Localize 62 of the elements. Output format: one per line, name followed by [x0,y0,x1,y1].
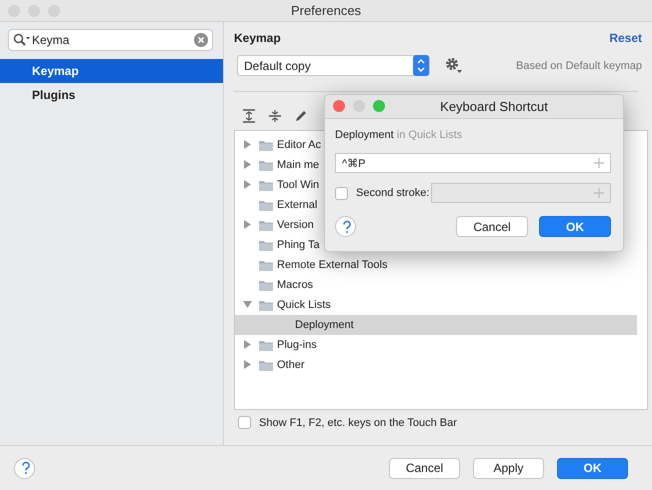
search-field[interactable]: Keyma [8,28,213,51]
checkbox[interactable] [335,186,348,200]
folder-icon [259,198,273,211]
tree-item[interactable]: Remote External Tools [277,258,388,271]
tree-item[interactable]: Quick Lists [277,298,331,311]
folder-icon [259,278,273,291]
expand-arrow-icon[interactable] [242,140,252,150]
second-stroke-field[interactable] [431,183,611,203]
tree-item[interactable]: Phing Ta [277,238,320,251]
folder-icon [259,258,273,271]
tree-item[interactable]: Deployment [295,318,354,331]
folder-icon [259,158,273,171]
gear-icon[interactable] [445,57,463,74]
search-icon [13,33,30,46]
expand-arrow-icon[interactable] [242,160,252,170]
help-button[interactable] [14,458,35,479]
plus-icon [594,188,604,198]
sidebar-item[interactable]: Keymap [0,58,223,83]
stepper-icon [413,55,429,76]
shortcut-context: Deployment in Quick Lists [335,129,464,143]
tree-item[interactable]: Tool Win [277,178,320,191]
window-title: Preferences [290,2,362,18]
ok-button[interactable]: OK [557,458,628,479]
cancel-button[interactable]: Cancel [456,216,528,237]
tree-item[interactable]: Other [277,358,305,371]
checkbox[interactable] [238,416,251,430]
tree-item[interactable]: External [277,198,318,211]
folder-icon [259,238,273,251]
apply-button[interactable]: Apply [473,458,544,479]
expand-all-icon [242,108,256,123]
folder-icon [259,338,273,351]
tree-item[interactable]: Main me [277,158,320,171]
folder-icon [259,298,273,311]
pencil-icon [294,108,308,123]
dialog-title: Keyboard Shortcut [440,99,548,114]
tree-item[interactable]: Editor Ac [277,138,322,151]
ok-button[interactable]: OK [539,216,611,237]
based-on-label: Based on Default keymap [516,60,642,72]
expand-arrow-icon[interactable] [242,180,252,190]
folder-icon [259,138,273,151]
cancel-button[interactable]: Cancel [389,458,460,479]
help-button[interactable] [335,216,356,237]
checkbox-label: Second stroke: [356,187,430,199]
expand-arrow-icon[interactable] [242,360,252,370]
plus-icon [594,158,604,168]
reset-link[interactable]: Reset [609,30,642,45]
collapse-arrow-icon[interactable] [242,300,252,310]
shortcut-field[interactable]: ^⌘P [335,153,611,173]
sidebar-item[interactable]: Plugins [0,82,223,107]
tree-item[interactable]: Plug-ins [277,338,317,351]
expand-arrow-icon[interactable] [242,340,252,350]
expand-arrow-icon[interactable] [242,220,252,230]
checkbox-label: Show F1, F2, etc. keys on the Touch Bar [259,416,457,429]
collapse-all-icon [268,108,282,123]
keymap-dropdown[interactable]: Default copy [237,55,430,76]
folder-icon [259,358,273,371]
folder-icon [259,218,273,231]
folder-icon [259,178,273,191]
tree-item[interactable]: Macros [277,278,314,291]
section-heading: Keymap [234,30,281,45]
tree-item[interactable]: Version [277,218,314,231]
clear-icon [194,32,208,47]
